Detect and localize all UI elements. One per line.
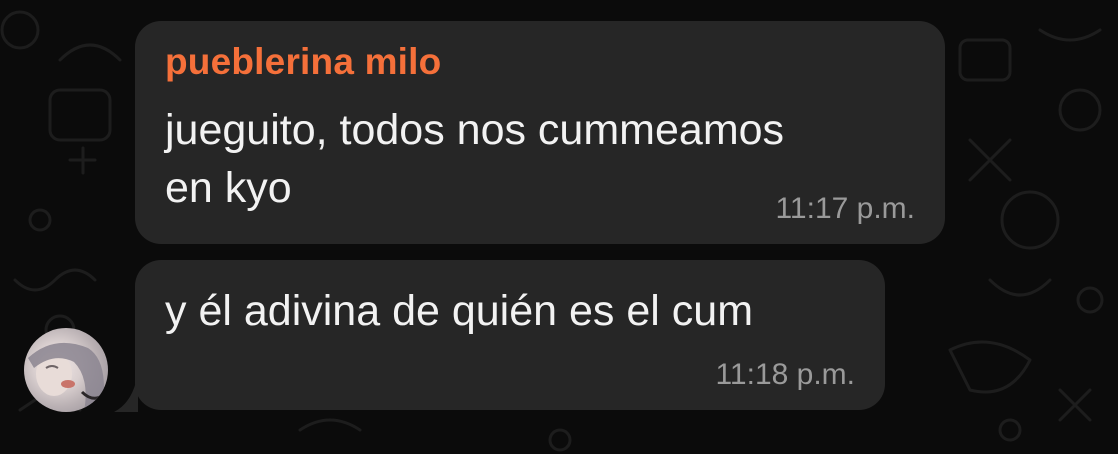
message-text: jueguito, todos nos cummeamos en kyo (165, 101, 784, 217)
message-line: y él adivina de quién es el cum (165, 287, 754, 335)
user-avatar-photo-icon (28, 342, 104, 412)
message-timestamp: 11:17 p.m. (775, 192, 915, 225)
bubble-tail (114, 372, 138, 412)
message-bubble[interactable]: y él adivina de quién es el cum 11:18 p.… (135, 260, 885, 410)
sender-avatar[interactable] (24, 328, 108, 412)
message-timestamp: 11:18 p.m. (715, 358, 855, 391)
message-bubble[interactable]: pueblerina milo jueguito, todos nos cumm… (135, 21, 945, 244)
message-text: y él adivina de quién es el cum (165, 282, 753, 340)
message-line: jueguito, todos nos cummeamos (165, 106, 785, 154)
sender-name[interactable]: pueblerina milo (165, 41, 441, 83)
message-line: en kyo (165, 164, 292, 212)
